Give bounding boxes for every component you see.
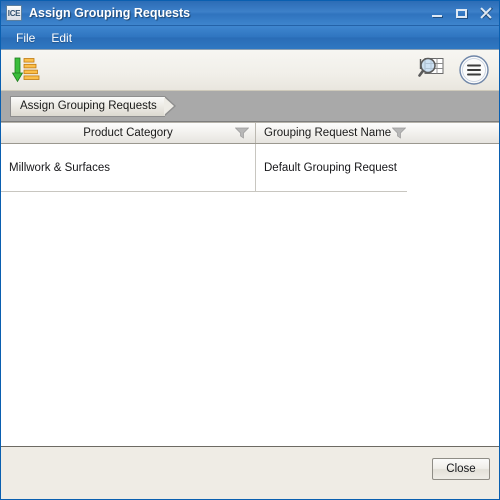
toolbar [1,50,499,91]
sort-apply-button[interactable] [9,53,43,87]
funnel-icon[interactable] [235,127,249,139]
application-window: ICE Assign Grouping Requests File Edit A… [0,0,500,500]
maximize-button[interactable] [454,6,469,21]
app-icon: ICE [6,5,22,21]
minimize-icon [432,15,442,17]
menu-bar: File Edit [1,26,499,50]
window-title: Assign Grouping Requests [29,6,191,20]
footer-panel: Close [1,447,499,499]
menu-hamburger-button[interactable] [457,53,491,87]
window-controls [430,1,493,26]
menu-item-edit[interactable]: Edit [44,29,79,47]
funnel-icon[interactable] [392,127,406,139]
sort-apply-icon [11,57,40,83]
breadcrumb-item-assign-grouping-requests[interactable]: Assign Grouping Requests [10,95,176,117]
title-bar: ICE Assign Grouping Requests [1,1,499,26]
breadcrumb: Assign Grouping Requests [1,91,499,122]
query-search-icon [418,57,444,77]
table-row[interactable]: Millwork & Surfaces Default Grouping Req… [1,144,407,192]
close-button[interactable]: Close [432,458,490,480]
cell-grouping-request-name: Default Grouping Request [264,161,397,174]
column-header-label: Grouping Request Name [264,127,392,139]
menu-item-file[interactable]: File [9,29,42,47]
maximize-icon [456,9,467,18]
menu-hamburger-icon [459,55,489,85]
toolbar-right-group [415,50,491,90]
table-body: Millwork & Surfaces Default Grouping Req… [1,144,499,446]
breadcrumb-item-label: Assign Grouping Requests [20,100,157,112]
cell-product-category: Millwork & Surfaces [1,144,256,191]
data-table: Product Category Grouping Request Name M… [1,122,499,447]
column-header-grouping-request-name[interactable]: Grouping Request Name [256,123,499,143]
query-search-button[interactable] [415,53,449,87]
minimize-button[interactable] [430,6,445,21]
table-header-row: Product Category Grouping Request Name [1,122,499,144]
column-header-product-category[interactable]: Product Category [1,123,256,143]
column-header-label: Product Category [83,127,173,139]
toolbar-left-group [9,53,43,87]
close-window-button[interactable] [478,6,493,21]
